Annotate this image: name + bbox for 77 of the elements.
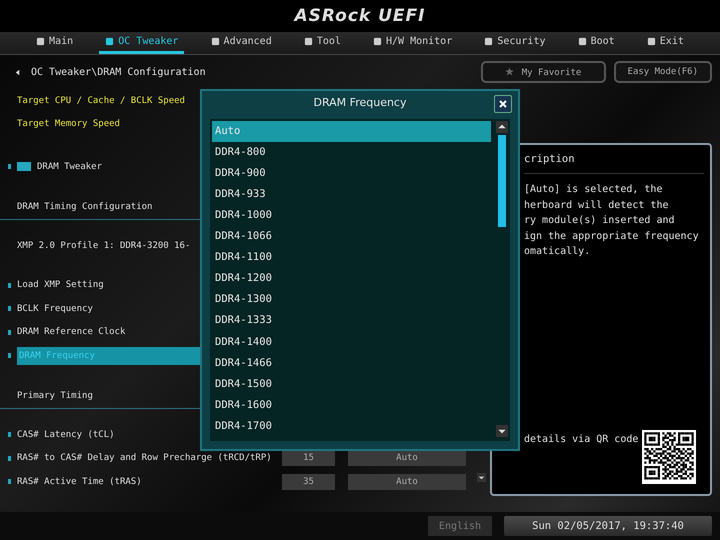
bullet-icon — [8, 456, 11, 461]
nav-tab[interactable]: H/W Monitor — [367, 32, 458, 54]
frequency-option[interactable]: DDR4-1400 — [212, 332, 491, 353]
tab-icon — [578, 37, 587, 46]
tab-icon — [210, 37, 220, 46]
setting-item[interactable]: DRAM Reference Clock — [17, 323, 126, 342]
option-dropdown[interactable]: Auto — [348, 474, 466, 490]
nav-tab[interactable]: Exit — [640, 32, 690, 54]
current-value: 15 — [282, 450, 335, 466]
bullet-icon — [8, 353, 11, 358]
setting-item[interactable]: CAS# Latency (tCL) — [17, 426, 115, 444]
bullet-icon — [8, 306, 11, 312]
date-time: Sun 02/05/2017, 19:37:40 — [504, 516, 712, 536]
qr-code-icon — [642, 430, 696, 484]
nav-tab[interactable]: Boot — [572, 32, 621, 54]
bullet-icon — [8, 164, 11, 170]
profile-text: XMP 2.0 Profile 1: DDR4-3200 16- — [17, 240, 190, 251]
submenu-item[interactable]: DRAM Tweaker — [37, 162, 102, 172]
scroll-up-icon[interactable] — [496, 120, 508, 133]
frequency-option[interactable]: DDR4-1100 — [212, 247, 491, 268]
frequency-option[interactable]: DDR4-1500 — [212, 374, 491, 395]
tab-icon — [373, 37, 382, 46]
tab-icon — [646, 37, 656, 46]
description-line: [Auto] is selected, the — [524, 183, 664, 197]
favorite-button[interactable]: My Favorite — [480, 61, 606, 83]
nav-tab[interactable]: Main — [30, 32, 80, 54]
back-arrow-icon[interactable] — [14, 68, 21, 76]
frequency-option[interactable]: DDR4-1700 — [212, 416, 491, 437]
scroll-down-icon[interactable] — [496, 425, 508, 437]
section-heading: DRAM Timing Configuration — [17, 202, 152, 212]
close-button[interactable] — [494, 95, 512, 113]
frequency-option[interactable]: DDR4-933 — [212, 184, 491, 205]
setting-item[interactable]: RAS# to CAS# Delay and Row Precharge (tRCD/tRP) — [17, 449, 272, 468]
option-dropdown[interactable]: Auto — [348, 450, 466, 466]
frequency-option[interactable]: DDR4-1000 — [212, 204, 491, 226]
star-icon — [504, 66, 514, 76]
info-label: Target Memory Speed — [16, 119, 120, 130]
scroll-down-icon[interactable] — [477, 473, 486, 482]
nav-tab[interactable]: Advanced — [204, 32, 278, 54]
scrollbar-thumb[interactable] — [498, 134, 506, 227]
frequency-option[interactable]: DDR4-1200 — [212, 268, 491, 290]
frequency-option[interactable]: DDR4-1333 — [212, 310, 491, 332]
bullet-icon — [8, 282, 11, 288]
info-label: Target CPU / Cache / BCLK Speed — [16, 96, 185, 106]
frequency-option[interactable]: DDR4-1066 — [212, 226, 491, 248]
section-heading: Primary Timing — [17, 391, 93, 402]
tab-icon — [484, 37, 494, 46]
description-line: herboard will detect the — [524, 198, 670, 212]
logo: ASRock UEFI — [294, 6, 426, 26]
description-line: ry module(s) inserted and — [524, 214, 676, 228]
dialog-title: DRAM Frequency — [313, 96, 406, 110]
nav-tab[interactable]: Security — [478, 32, 552, 54]
frequency-option[interactable]: DDR4-900 — [212, 162, 491, 184]
bullet-icon — [8, 479, 11, 484]
tab-icon — [304, 37, 313, 46]
close-icon — [498, 99, 508, 109]
qr-caption: details via QR code — [524, 434, 638, 445]
tab-icon — [36, 37, 46, 46]
frequency-option[interactable]: DDR4-1600 — [212, 394, 491, 416]
tab-icon — [105, 37, 114, 46]
description-title: cription — [524, 153, 704, 174]
frequency-option[interactable]: DDR4-1300 — [212, 289, 491, 310]
frequency-option[interactable]: DDR4-800 — [212, 142, 491, 163]
bullet-icon — [8, 330, 11, 335]
nav-tab[interactable]: Tool — [298, 32, 347, 54]
breadcrumb: OC Tweaker\DRAM Configuration — [31, 66, 206, 78]
setting-item[interactable]: BCLK Frequency — [17, 300, 93, 318]
easy-mode-button[interactable]: Easy Mode(F6) — [614, 61, 712, 83]
submenu-icon — [17, 162, 31, 172]
setting-item[interactable]: Load XMP Setting — [17, 276, 104, 294]
frequency-option[interactable]: DDR4-1466 — [212, 352, 491, 374]
bullet-icon — [8, 432, 11, 438]
description-line: omatically. — [524, 245, 592, 259]
nav-tab[interactable]: OC Tweaker — [99, 32, 184, 54]
setting-item[interactable]: RAS# Active Time (tRAS) — [17, 472, 142, 491]
description-line: ign the appropriate frequency — [524, 230, 700, 244]
current-value: 35 — [282, 474, 335, 490]
